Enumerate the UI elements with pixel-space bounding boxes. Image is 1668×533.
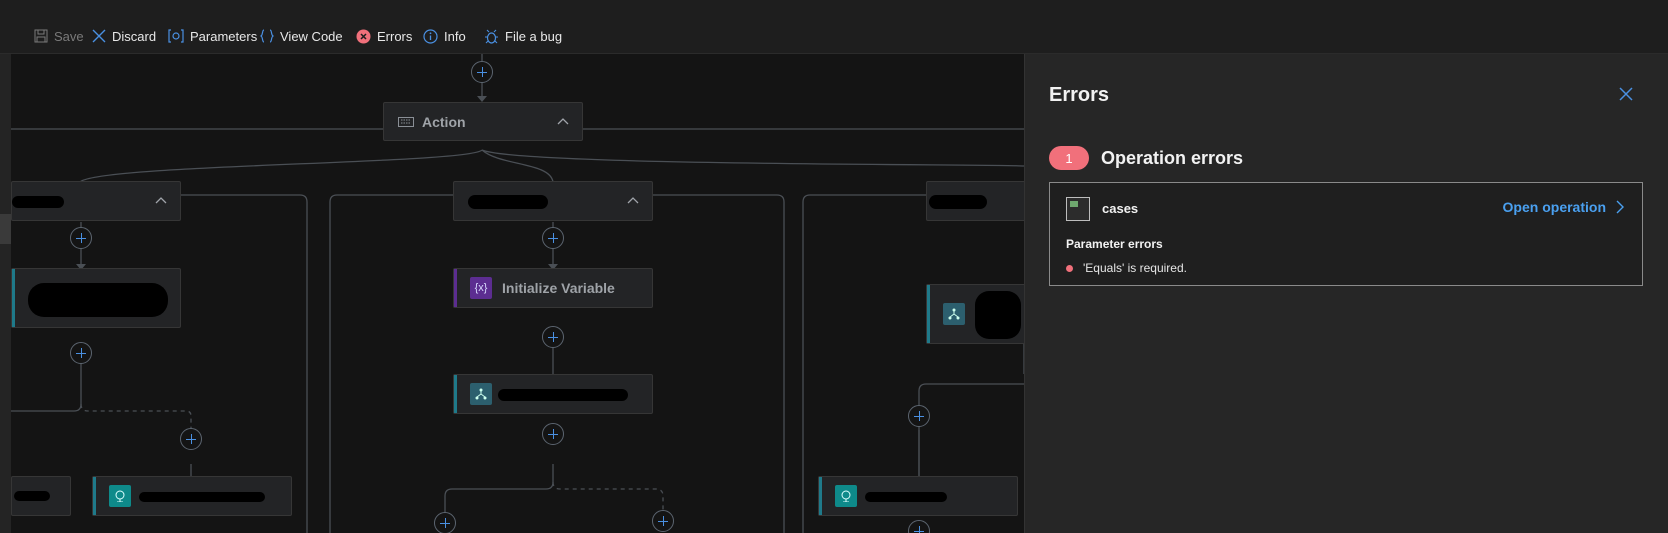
operation-error-card: cases Open operation Parameter errors 'E…: [1049, 182, 1643, 286]
insert-step-button[interactable]: [434, 512, 456, 533]
action-scope-card[interactable]: Action: [383, 102, 583, 141]
redacted-text: [498, 389, 628, 401]
action-card[interactable]: [11, 476, 71, 516]
errors-label: Errors: [377, 28, 413, 44]
save-button[interactable]: Save: [34, 26, 84, 46]
open-operation-label: Open operation: [1502, 199, 1606, 215]
connector-icon: [943, 303, 965, 325]
chevron-up-icon[interactable]: [556, 115, 570, 129]
canvas-scrollbar[interactable]: [0, 54, 11, 533]
action-label: Action: [422, 113, 466, 130]
insert-step-button[interactable]: [652, 510, 674, 532]
file-bug-button[interactable]: File a bug: [484, 26, 562, 46]
parameters-icon: [168, 29, 184, 43]
globe-icon: [109, 485, 131, 507]
info-icon: [423, 28, 438, 44]
workflow-canvas[interactable]: Action {x} Initialize Variable: [0, 54, 1024, 533]
action-card[interactable]: [453, 374, 653, 414]
discard-button[interactable]: Discard: [92, 26, 156, 46]
errors-panel: Errors 1 Operation errors cases Open ope…: [1024, 54, 1668, 533]
save-label: Save: [54, 28, 84, 44]
scrollbar-thumb[interactable]: [0, 214, 11, 244]
error-bullet-icon: [1066, 264, 1073, 272]
branch-header-card[interactable]: [453, 181, 653, 221]
insert-step-button[interactable]: [908, 405, 930, 427]
insert-step-button[interactable]: [471, 61, 493, 83]
save-icon: [34, 29, 48, 43]
redacted-text: [468, 195, 548, 209]
info-label: Info: [444, 28, 466, 44]
parameter-errors-heading: Parameter errors: [1066, 237, 1163, 251]
action-card[interactable]: [818, 476, 1018, 516]
keyboard-icon: [398, 116, 414, 127]
insert-step-button[interactable]: [70, 227, 92, 249]
redacted-text: [14, 491, 50, 501]
operation-name: cases: [1102, 201, 1139, 216]
error-message-row: 'Equals' is required.: [1066, 261, 1187, 275]
braces-icon: [260, 29, 274, 43]
connector-icon: [470, 383, 492, 405]
branch-header-card[interactable]: [11, 181, 181, 221]
designer-toolbar: Save Discard Parameters View Code Errors…: [0, 0, 1668, 54]
chevron-right-icon: [1616, 200, 1624, 214]
parameters-button[interactable]: Parameters: [168, 26, 257, 46]
file-bug-label: File a bug: [505, 28, 563, 44]
bug-icon: [485, 29, 498, 44]
parameters-label: Parameters: [190, 28, 258, 44]
error-message: 'Equals' is required.: [1083, 261, 1187, 275]
redacted-text: [139, 492, 265, 502]
action-card[interactable]: [92, 476, 292, 516]
chevron-up-icon[interactable]: [626, 194, 640, 208]
operation-image-icon: [1066, 197, 1090, 221]
insert-step-button[interactable]: [70, 342, 92, 364]
redacted-text: [975, 291, 1021, 339]
view-code-label: View Code: [280, 28, 343, 44]
action-card[interactable]: [11, 268, 181, 328]
info-button[interactable]: Info: [423, 26, 466, 46]
initialize-variable-label: Initialize Variable: [502, 280, 615, 296]
operation-errors-heading: Operation errors: [1101, 148, 1244, 168]
error-count-badge: 1: [1049, 146, 1089, 170]
insert-step-button[interactable]: [542, 423, 564, 445]
redacted-text: [28, 283, 168, 317]
branch-header-card[interactable]: [926, 181, 1024, 221]
globe-icon: [835, 485, 857, 507]
close-icon: [92, 29, 106, 43]
view-code-button[interactable]: View Code: [260, 26, 343, 46]
initialize-variable-card[interactable]: {x} Initialize Variable: [453, 268, 653, 308]
variable-icon: {x}: [470, 277, 492, 299]
error-icon: [356, 29, 371, 43]
redacted-text: [12, 196, 64, 208]
chevron-up-icon[interactable]: [154, 194, 168, 208]
discard-label: Discard: [112, 28, 157, 44]
panel-title: Errors: [1049, 84, 1110, 106]
errors-button[interactable]: Errors: [356, 26, 412, 46]
redacted-text: [865, 492, 947, 502]
redacted-text: [929, 195, 987, 209]
open-operation-link[interactable]: Open operation: [1503, 199, 1624, 215]
action-card[interactable]: [926, 284, 1024, 344]
insert-step-button[interactable]: [180, 428, 202, 450]
close-icon[interactable]: [1618, 86, 1634, 102]
insert-step-button[interactable]: [542, 326, 564, 348]
insert-step-button[interactable]: [542, 227, 564, 249]
